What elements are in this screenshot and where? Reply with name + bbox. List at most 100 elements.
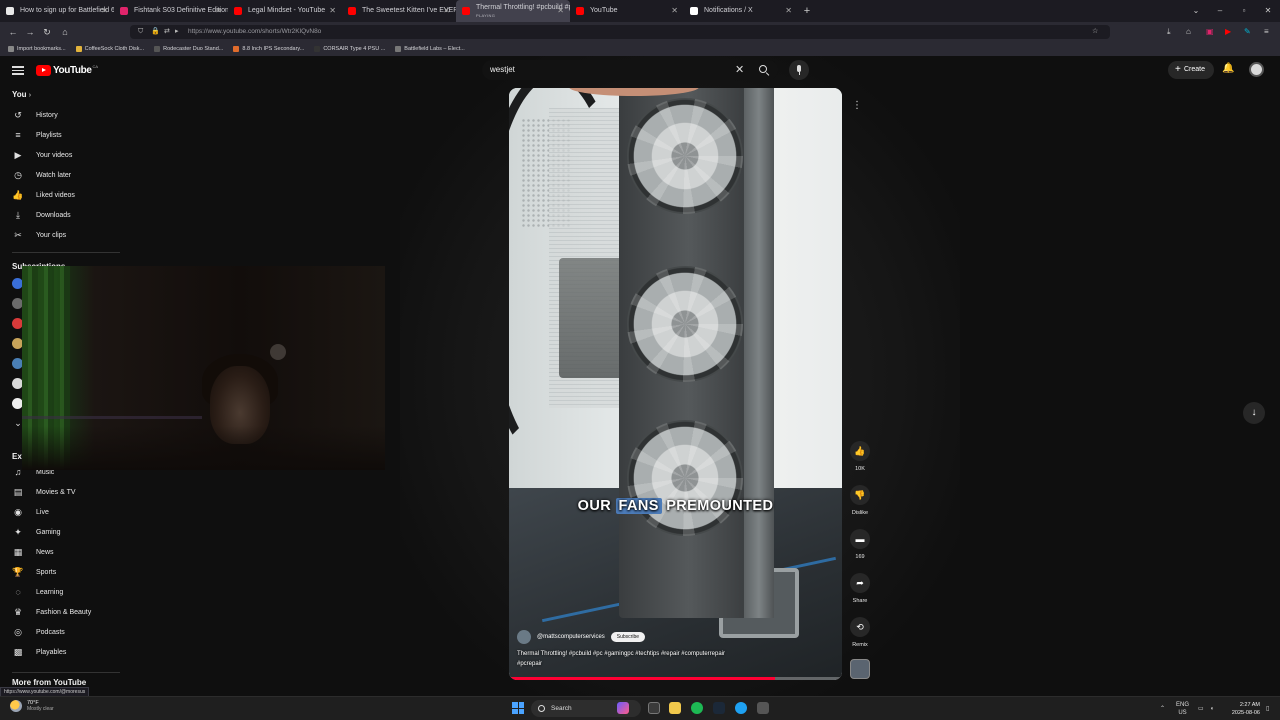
shorts-video-player[interactable]: OUR FANS PREMOUNTED @mattscomputerservic… — [509, 88, 842, 680]
address-bar[interactable]: ⛉ 🔒 ⇄ ▸ https://www.youtube.com/shorts/W… — [130, 25, 1110, 39]
browser-tab[interactable]: Fishtank S03 Definitive Edition | ✕ — [114, 0, 228, 22]
share-icon[interactable]: ➦ — [850, 573, 870, 593]
sidebar-item-your-clips[interactable]: ✂ Your clips — [12, 228, 66, 242]
extensions-icon[interactable]: ⌂ — [1186, 25, 1191, 39]
voice-search-icon[interactable] — [789, 60, 809, 80]
autoplay-icon[interactable]: ▸ — [175, 25, 179, 39]
more-options-icon[interactable]: ⋮ — [852, 100, 862, 111]
url-text[interactable]: https://www.youtube.com/shorts/Wtr2KlQvN… — [188, 25, 321, 39]
browser-tab[interactable]: Notifications / X ✕ — [684, 0, 798, 22]
close-window-icon[interactable]: ✕ — [1256, 0, 1280, 22]
search-input[interactable]: westjet — [490, 60, 515, 80]
task-view-icon[interactable] — [648, 702, 660, 714]
video-description[interactable]: Thermal Throttling! #pcbuild #pc #gaming… — [517, 649, 737, 669]
bookmark-item[interactable]: 8.8 Inch IPS Secondary... — [233, 46, 304, 52]
sidebar-item-movies-tv[interactable]: ▤ Movies & TV — [12, 485, 76, 499]
remix-action[interactable]: ⟲ Remix — [847, 617, 873, 648]
windows-start-icon[interactable] — [512, 702, 524, 714]
lock-icon[interactable]: 🔒 — [151, 25, 160, 39]
like-icon[interactable]: 👍 — [850, 441, 870, 461]
tab-close-icon[interactable]: ✕ — [785, 0, 792, 22]
notification-center-icon[interactable]: ▯ — [1266, 697, 1269, 720]
like-action[interactable]: 👍 10K — [847, 441, 873, 472]
bookmark-item[interactable]: CORSAIR Type 4 PSU ... — [314, 46, 385, 52]
browser-tab[interactable]: Legal Mindset - YouTube ✕ — [228, 0, 342, 22]
menu-icon[interactable] — [12, 64, 24, 76]
sidebar-item-learning[interactable]: ◌ Learning — [12, 585, 63, 599]
search-box[interactable]: westjet ✕ — [482, 60, 778, 80]
file-explorer-icon[interactable] — [669, 702, 681, 714]
sidebar-item-history[interactable]: ↺ History — [12, 108, 58, 122]
sidebar-item-news[interactable]: ▦ News — [12, 545, 54, 559]
weather-widget[interactable]: 70°F Mostly clear — [10, 700, 54, 712]
dislike-action[interactable]: 👎 Dislike — [847, 485, 873, 516]
channel-handle[interactable]: @mattscomputerservices — [537, 634, 605, 640]
home-icon[interactable]: ⌂ — [58, 25, 72, 39]
bookmark-item[interactable]: Battlefield Labs – Elect... — [395, 46, 465, 52]
app-menu-icon[interactable]: ≡ — [1264, 25, 1269, 39]
browser-tab[interactable]: How to sign up for Battlefield 6 ✕ — [0, 0, 114, 22]
extension-c-icon[interactable]: ✎ — [1244, 25, 1251, 39]
sidebar-item-playables[interactable]: ▩ Playables — [12, 645, 67, 659]
tab-close-icon[interactable]: ✕ — [329, 0, 336, 22]
sidebar-item-podcasts[interactable]: ◎ Podcasts — [12, 625, 65, 639]
tab-close-icon[interactable]: ✕ — [557, 0, 564, 22]
bookmark-item[interactable]: Import bookmarks... — [8, 46, 66, 52]
extension-a-icon[interactable]: ▣ — [1206, 25, 1214, 39]
sidebar-item-playlists[interactable]: ≡ Playlists — [12, 128, 61, 142]
tray-chevron-icon[interactable]: ⌃ — [1160, 697, 1165, 720]
share-action[interactable]: ➦ Share — [847, 573, 873, 604]
language-indicator[interactable]: ENG US — [1176, 701, 1189, 717]
bookmark-star-icon[interactable]: ☆ — [1092, 25, 1098, 39]
sidebar-item-fashion-beauty[interactable]: ♛ Fashion & Beauty — [12, 605, 91, 619]
browser-tab[interactable]: Thermal Throttling! #pcbuild #p PLAYING ✕ — [456, 0, 570, 22]
sound-thumbnail[interactable] — [850, 659, 870, 679]
shield-icon[interactable]: ⛉ — [138, 25, 143, 39]
network-icon[interactable]: ▭ — [1198, 697, 1204, 720]
tab-close-icon[interactable]: ✕ — [101, 0, 108, 22]
sidebar-item-sports[interactable]: 🏆 Sports — [12, 565, 56, 579]
browser-taskbar-icon[interactable] — [735, 702, 747, 714]
new-tab-button[interactable]: + — [798, 0, 816, 22]
permissions-icon[interactable]: ⇄ — [164, 25, 170, 39]
next-short-icon[interactable]: ↓ — [1243, 402, 1265, 424]
app-taskbar-icon[interactable] — [757, 702, 769, 714]
tab-close-icon[interactable]: ✕ — [671, 0, 678, 22]
bookmark-item[interactable]: CoffeeSock Cloth Disk... — [75, 46, 144, 52]
tab-close-icon[interactable]: ✕ — [443, 0, 450, 22]
dislike-icon[interactable]: 👎 — [850, 485, 870, 505]
browser-tab[interactable]: YouTube ✕ — [570, 0, 684, 22]
volume-icon[interactable]: ◖ — [1210, 697, 1214, 720]
downloads-icon[interactable]: ⤓ — [1167, 25, 1171, 39]
youtube-logo[interactable]: YouTube CA — [36, 64, 98, 76]
spotify-icon[interactable] — [691, 702, 703, 714]
back-icon[interactable]: ← — [6, 25, 20, 39]
minimize-icon[interactable]: – — [1208, 0, 1232, 22]
subscribe-button[interactable]: Subscribe — [610, 632, 646, 642]
create-button[interactable]: Create — [1168, 61, 1214, 79]
remix-icon[interactable]: ⟲ — [850, 617, 870, 637]
channel-avatar[interactable] — [517, 630, 531, 644]
sidebar-item-your-videos[interactable]: ▶ Your videos — [12, 148, 73, 162]
clear-search-icon[interactable]: ✕ — [735, 60, 744, 80]
notifications-bell-icon[interactable]: 🔔 — [1222, 63, 1234, 74]
steam-icon[interactable] — [713, 702, 725, 714]
sidebar-you-heading[interactable]: You › — [12, 90, 31, 99]
clock[interactable]: 2:27 AM 2025-08-06 — [1222, 701, 1260, 717]
forward-icon[interactable]: → — [23, 25, 37, 39]
bookmark-item[interactable]: Rodecaster Duo Stand... — [154, 46, 223, 52]
comments-action[interactable]: ▬ 169 — [847, 529, 873, 560]
sidebar-item-downloads[interactable]: ⤓ Downloads — [12, 208, 71, 222]
reload-icon[interactable]: ↻ — [40, 25, 54, 39]
account-avatar[interactable] — [1249, 62, 1264, 77]
sidebar-item-gaming[interactable]: ✦ Gaming — [12, 525, 60, 539]
sidebar-item-live[interactable]: ◉ Live — [12, 505, 49, 519]
search-icon[interactable] — [759, 65, 767, 73]
maximize-icon[interactable]: ▫ — [1232, 0, 1256, 22]
sidebar-item-watch-later[interactable]: ◷ Watch later — [12, 168, 71, 182]
video-progress-bar[interactable] — [509, 677, 842, 680]
sidebar-item-liked-videos[interactable]: 👍 Liked videos — [12, 188, 75, 202]
tab-list-icon[interactable]: ⌄ — [1184, 0, 1208, 22]
extension-b-icon[interactable]: ▶ — [1225, 25, 1231, 39]
browser-tab[interactable]: The Sweetest Kitten I've EVER G ✕ — [342, 0, 456, 22]
